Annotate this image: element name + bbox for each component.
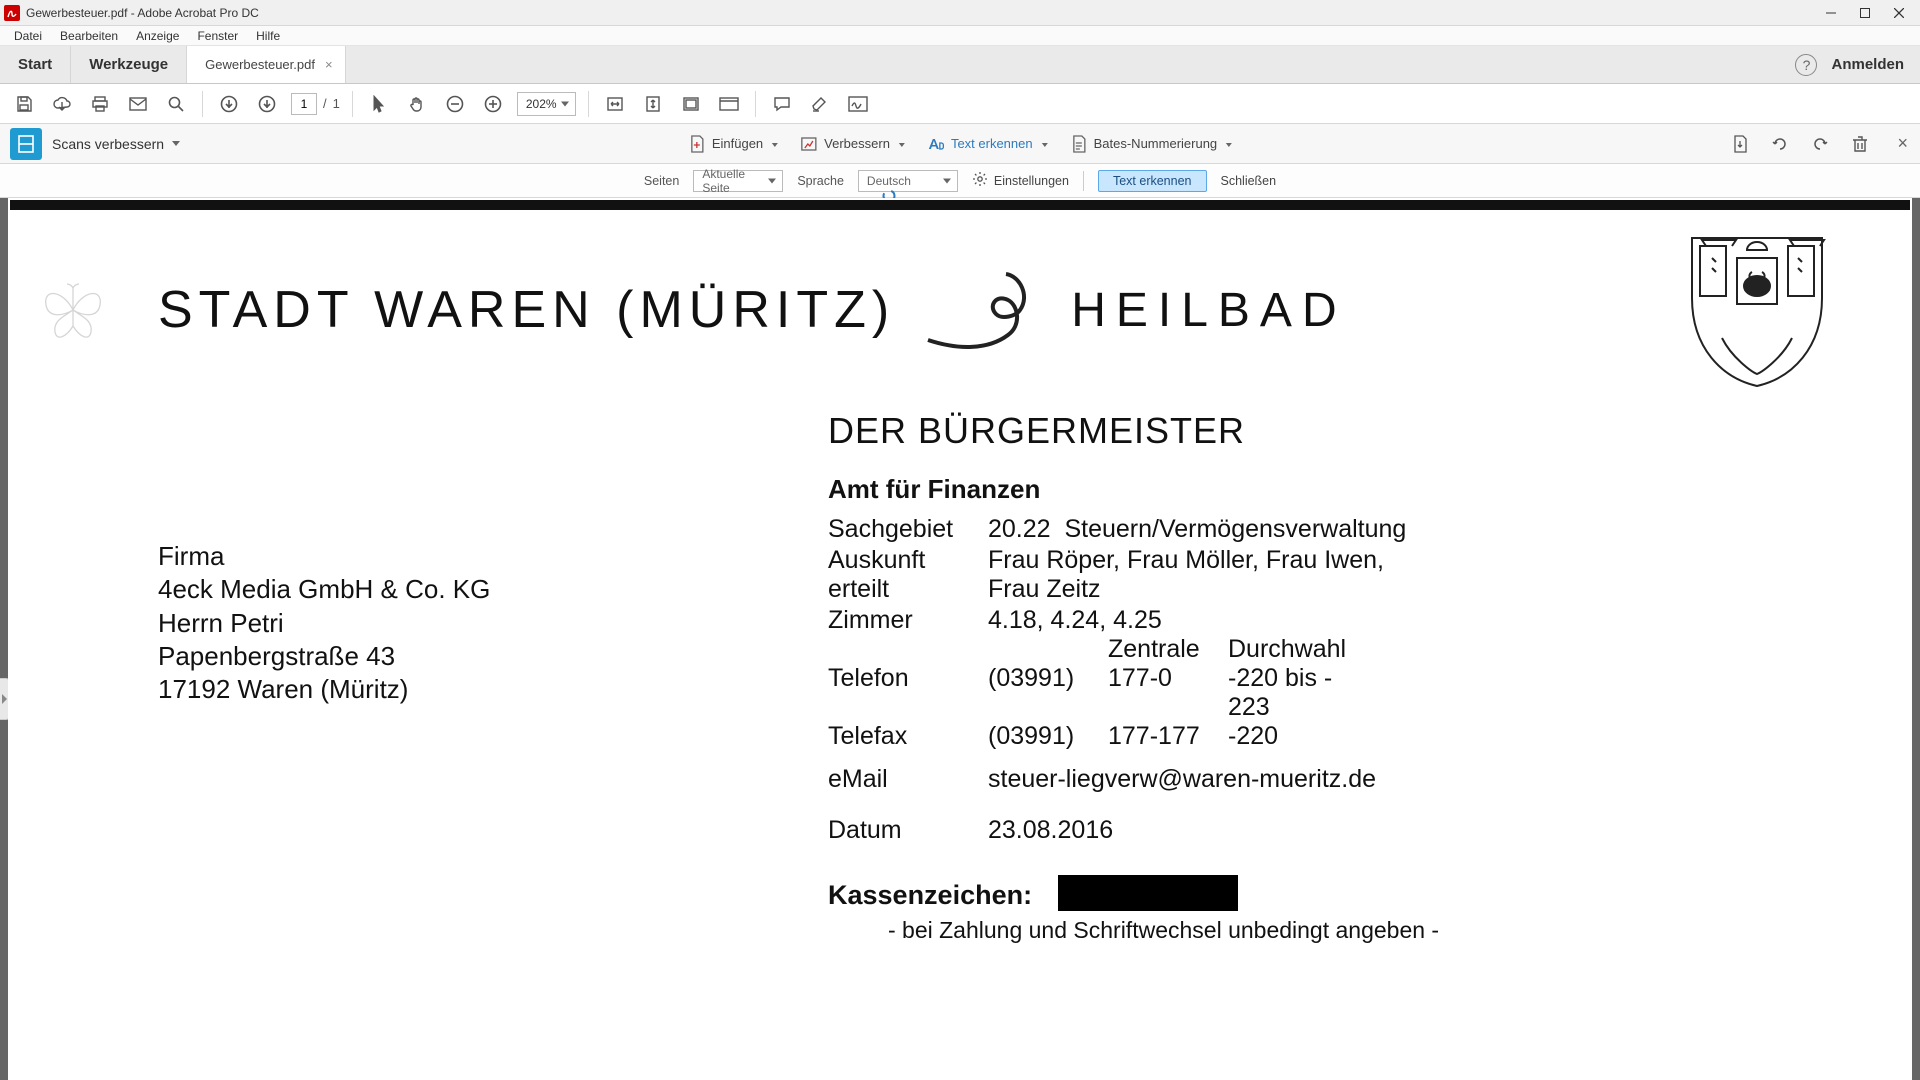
main-toolbar: / 1 202% [0,84,1920,124]
comment-icon[interactable] [768,90,796,118]
run-ocr-button[interactable]: Text erkennen [1098,170,1207,192]
insert-page-icon [688,135,706,153]
close-tab-icon[interactable]: × [325,57,333,72]
department-heading: Amt für Finanzen [828,474,1439,505]
reflow-icon[interactable] [677,90,705,118]
title-bar: Gewerbesteuer.pdf - Adobe Acrobat Pro DC [0,0,1920,26]
menu-window[interactable]: Fenster [189,27,246,45]
prev-page-icon[interactable] [215,90,243,118]
watermark-icon [38,280,108,340]
sender-info: DER BÜRGERMEISTER Amt für Finanzen Sachg… [828,410,1439,944]
next-page-icon[interactable] [253,90,281,118]
bates-button[interactable]: Bates-Nummerierung [1064,132,1239,156]
pages-dropdown[interactable]: Aktuelle Seite [693,170,783,192]
select-tool-icon[interactable] [365,90,393,118]
swan-icon [923,270,1043,350]
read-mode-icon[interactable] [715,90,743,118]
fit-page-icon[interactable] [639,90,667,118]
page-sep: / [323,96,327,111]
document-tab-label: Gewerbesteuer.pdf [205,57,315,72]
city-crest-icon [1682,228,1832,388]
close-button[interactable] [1882,2,1916,24]
nav-tools[interactable]: Werkzeuge [71,46,187,83]
search-icon[interactable] [162,90,190,118]
signin-link[interactable]: Anmelden [1831,56,1904,73]
maximize-button[interactable] [1848,2,1882,24]
fit-width-icon[interactable] [601,90,629,118]
signature-icon[interactable] [844,90,872,118]
nav-start[interactable]: Start [0,46,71,83]
language-dropdown[interactable]: Deutsch [858,170,958,192]
menu-bar: Datei Bearbeiten Anzeige Fenster Hilfe [0,26,1920,46]
menu-file[interactable]: Datei [6,27,50,45]
text-recognize-icon [927,135,945,153]
close-ocr-link[interactable]: Schließen [1221,174,1277,188]
insert-button[interactable]: Einfügen [682,132,784,156]
document-tab[interactable]: Gewerbesteuer.pdf × [187,46,345,83]
save-icon[interactable] [10,90,38,118]
kassenzeichen-note: - bei Zahlung und Schriftwechsel unbedin… [828,917,1439,944]
cloud-icon[interactable] [48,90,76,118]
document-stage: STADT WAREN (MÜRITZ) HEILBAD Firma 4eck … [0,198,1920,1080]
city-name: STADT WAREN (MÜRITZ) [158,280,895,340]
enhance-button[interactable]: Verbessern [794,132,911,156]
mail-icon[interactable] [124,90,152,118]
mayor-heading: DER BÜRGERMEISTER [828,410,1439,452]
page-indicator: / 1 [291,93,340,115]
help-icon[interactable]: ? [1795,54,1817,76]
page-edge [10,200,1910,210]
minimize-button[interactable] [1814,2,1848,24]
delete-icon[interactable] [1846,130,1874,158]
page-total: 1 [333,96,340,111]
document-page[interactable]: STADT WAREN (MÜRITZ) HEILBAD Firma 4eck … [8,198,1912,1080]
scan-tool-icon [10,128,42,160]
language-label: Sprache [797,174,844,188]
zoom-in-icon[interactable] [479,90,507,118]
ocr-settings-bar: Seiten Aktuelle Seite Sprache Deutsch Ei… [0,164,1920,198]
bates-icon [1070,135,1088,153]
print-icon[interactable] [86,90,114,118]
kassenzeichen-label: Kassenzeichen: [828,880,1032,911]
hand-tool-icon[interactable] [403,90,431,118]
recognize-text-button[interactable]: Text erkennen [921,132,1054,156]
recipient-address: Firma 4eck Media GmbH & Co. KG Herrn Pet… [158,540,490,706]
gear-icon [972,171,988,190]
zoom-value: 202% [526,97,557,111]
heilbad-label: HEILBAD [1071,283,1346,338]
zoom-dropdown[interactable]: 202% [517,92,576,116]
extract-page-icon[interactable] [1726,130,1754,158]
acrobat-icon [4,5,20,21]
enhance-icon [800,135,818,153]
pages-label: Seiten [644,174,679,188]
menu-view[interactable]: Anzeige [128,27,187,45]
rotate-cw-icon[interactable] [1806,130,1834,158]
scan-enhance-dropdown[interactable]: Scans verbessern [52,136,180,152]
close-panel-icon[interactable]: × [1897,133,1908,154]
scan-enhance-bar: Scans verbessern Einfügen Verbessern Tex… [0,124,1920,164]
window-title: Gewerbesteuer.pdf - Adobe Acrobat Pro DC [26,6,259,20]
highlight-icon[interactable] [806,90,834,118]
rotate-ccw-icon[interactable] [1766,130,1794,158]
zoom-out-icon[interactable] [441,90,469,118]
ocr-settings-button[interactable]: Einstellungen [972,171,1069,190]
page-current-input[interactable] [291,93,317,115]
menu-help[interactable]: Hilfe [248,27,288,45]
menu-edit[interactable]: Bearbeiten [52,27,126,45]
tab-strip: Start Werkzeuge Gewerbesteuer.pdf × ? An… [0,46,1920,84]
redacted-block [1058,875,1238,911]
